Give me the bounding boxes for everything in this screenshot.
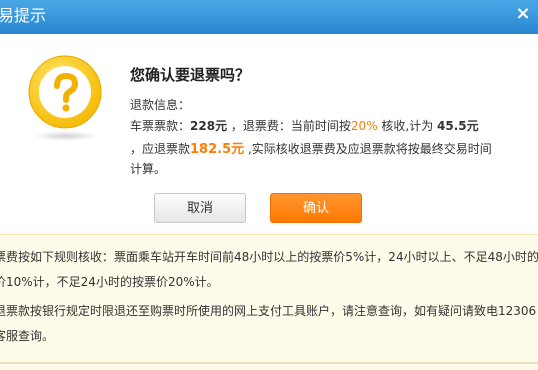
- refund-note-1: ,实际核收退票费及应退票款将按最终交易时间: [244, 142, 492, 156]
- note-line: 价10%计，不足24小时的按票价20%计。: [0, 275, 219, 289]
- cancel-button[interactable]: 取消: [154, 193, 246, 223]
- note-line: 客服查询。: [0, 329, 55, 343]
- refund-fee-label: ，退票费：当前时间按: [230, 119, 351, 133]
- refund-note-2: 计算。: [130, 162, 167, 176]
- refund-fee: 45.5元: [437, 119, 479, 133]
- ticket-price: 228元: [190, 119, 228, 133]
- refund-line-1: 车票票款：228元 ，退票费：当前时间按20% 核收,计为 45.5元: [130, 117, 479, 134]
- refund-line-2: ，应退票款182.5元 ,实际核收退票费及应退票款将按最终交易时间: [130, 138, 492, 157]
- note-line: 票费按如下规则核收：票面乘车站开车时间前48小时以上的按票价5%计，24小时以上…: [0, 250, 538, 264]
- icon-shadow: [33, 131, 99, 141]
- refund-rules-notes: 票费按如下规则核收：票面乘车站开车时间前48小时以上的按票价5%计，24小时以上…: [0, 234, 538, 370]
- close-icon[interactable]: ×: [514, 5, 532, 23]
- dialog-title: 易提示: [0, 6, 47, 25]
- refund-info-label: 退款信息：: [130, 98, 191, 112]
- bottom-divider: [0, 362, 538, 364]
- refund-label: ，应退票款: [130, 142, 191, 156]
- dialog-content: 您确认要退票吗？ 退款信息： 车票票款：228元 ，退票费：当前时间按20% 核…: [0, 34, 538, 234]
- ticket-price-label: 车票票款：: [130, 119, 191, 133]
- fee-rate-suffix: 核收,计为: [377, 119, 438, 133]
- confirm-question: 您确认要退票吗？: [130, 66, 251, 84]
- confirm-button[interactable]: 确认: [270, 193, 362, 223]
- refund-amount: 182.5元: [190, 142, 245, 157]
- dialog-titlebar: 易提示 ×: [0, 0, 538, 34]
- question-mark-icon: [28, 55, 102, 129]
- note-line: 退票款按银行规定时限退还至购票时所使用的网上支付工具账户，请注意查询，如有疑问请…: [0, 304, 537, 318]
- fee-rate: 20%: [350, 119, 378, 133]
